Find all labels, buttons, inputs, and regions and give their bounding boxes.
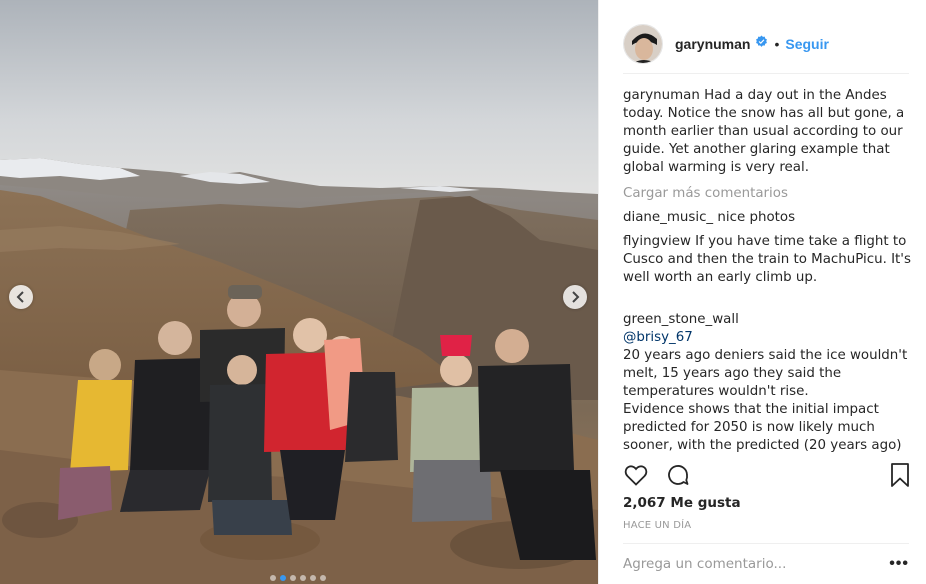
carousel-dot xyxy=(280,575,286,581)
comment-text: 20 years ago deniers said the ice wouldn… xyxy=(623,348,908,453)
post-actions xyxy=(623,460,913,490)
caption: garynuman Had a day out in the Andes tod… xyxy=(623,87,913,177)
avatar[interactable] xyxy=(623,23,663,64)
comment-mention[interactable]: @brisy_67 xyxy=(623,330,693,345)
post-timestamp[interactable]: HACE UN DÍA xyxy=(623,520,691,531)
follow-button[interactable]: Seguir xyxy=(785,36,829,52)
comment-author[interactable]: flyingview xyxy=(623,234,691,249)
chevron-right-icon xyxy=(572,291,580,303)
add-comment-input[interactable] xyxy=(623,556,873,572)
carousel-dot xyxy=(300,575,306,581)
carousel-dot xyxy=(270,575,276,581)
comment-author[interactable]: green_stone_wall xyxy=(623,312,739,327)
next-photo-button[interactable] xyxy=(563,285,587,309)
comment-item: green_stone_wall @brisy_67 20 years ago … xyxy=(623,293,913,453)
carousel-dot xyxy=(310,575,316,581)
post-side-panel: garynuman • Seguir garynuman Had a day o… xyxy=(598,0,926,584)
comment-author[interactable]: diane_music_ xyxy=(623,210,713,225)
comment-item: flyingview If you have time take a fligh… xyxy=(623,233,913,287)
like-button[interactable] xyxy=(623,462,649,488)
add-comment-bar: ••• xyxy=(623,543,909,584)
likes-count[interactable]: 2,067 Me gusta xyxy=(623,495,741,511)
comment-item: diane_music_ nice photos xyxy=(623,209,913,227)
carousel-dot xyxy=(320,575,326,581)
carousel-indicator xyxy=(270,575,326,581)
mountain-group-photo xyxy=(0,0,598,584)
comment-button[interactable] xyxy=(665,462,691,488)
comment-text: nice photos xyxy=(717,210,796,225)
heart-icon xyxy=(624,465,648,486)
load-more-comments-button[interactable]: Cargar más comentarios xyxy=(623,185,913,203)
previous-photo-button[interactable] xyxy=(9,285,33,309)
username[interactable]: garynuman xyxy=(675,36,750,52)
caption-author[interactable]: garynuman xyxy=(623,88,700,103)
save-button[interactable] xyxy=(887,462,913,488)
chevron-left-icon xyxy=(16,291,24,303)
more-options-button[interactable]: ••• xyxy=(889,555,909,573)
bookmark-icon xyxy=(891,463,909,487)
comment-bubble-icon xyxy=(668,465,689,485)
post-header: garynuman • Seguir xyxy=(623,14,909,74)
post-photo[interactable] xyxy=(0,0,598,584)
carousel-dot xyxy=(290,575,296,581)
separator-dot: • xyxy=(774,35,780,52)
comments-list[interactable]: garynuman Had a day out in the Andes tod… xyxy=(623,87,913,453)
verified-badge-icon xyxy=(755,35,768,53)
